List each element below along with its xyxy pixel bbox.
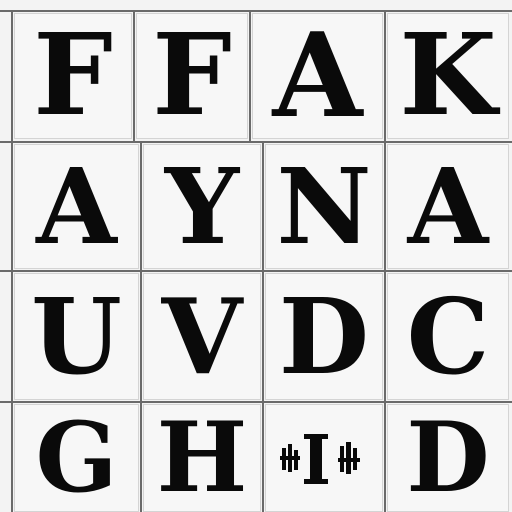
- grid-line: [384, 10, 386, 141]
- letter-tile: F: [136, 13, 248, 139]
- glyph-tile: [265, 404, 383, 512]
- grid-line: [384, 270, 386, 401]
- letter-tile: G: [14, 404, 139, 512]
- tile-letter: A: [272, 13, 363, 139]
- letter-grid: F F A K A Y N A U V D C G H D: [0, 0, 512, 512]
- letter-tile: N: [265, 144, 383, 269]
- tile-letter: D: [406, 404, 490, 512]
- tile-letter: Y: [164, 144, 240, 268]
- grid-line: [384, 141, 386, 270]
- letter-tile: H: [143, 404, 261, 512]
- grid-line: [249, 10, 251, 141]
- grid-line: [0, 270, 512, 272]
- grid-line: [262, 401, 264, 512]
- tile-letter: A: [36, 144, 117, 268]
- tile-letter: F: [33, 13, 113, 139]
- letter-tile: A: [14, 144, 139, 269]
- letter-tile: V: [143, 273, 261, 400]
- tile-letter: N: [276, 144, 372, 268]
- grid-line: [140, 141, 142, 270]
- grid-line: [384, 401, 386, 512]
- letter-tile: C: [387, 273, 509, 400]
- letter-tile: K: [387, 13, 509, 139]
- tile-letter: C: [406, 274, 490, 398]
- grid-line: [262, 141, 264, 270]
- letter-tile: F: [14, 13, 132, 139]
- letter-tile: D: [265, 273, 383, 400]
- grid-line: [133, 10, 135, 141]
- letter-tile: A: [387, 144, 509, 269]
- grid-line: [0, 401, 512, 403]
- letter-tile: A: [252, 13, 383, 139]
- tile-letter: U: [31, 274, 122, 398]
- letter-tile: U: [14, 273, 139, 400]
- tile-letter: A: [407, 144, 489, 268]
- tile-letter: H: [156, 404, 248, 512]
- grid-line: [262, 270, 264, 401]
- grid-line: [140, 270, 142, 401]
- tile-letter: K: [399, 13, 497, 139]
- tile-letter: G: [35, 404, 118, 512]
- broken-glyph-icon: [280, 434, 360, 484]
- tile-letter: D: [278, 274, 370, 398]
- tile-letter: F: [152, 13, 232, 139]
- letter-tile: D: [387, 404, 509, 512]
- grid-line: [0, 10, 512, 12]
- tile-letter: V: [161, 274, 243, 398]
- letter-tile: Y: [143, 144, 261, 269]
- grid-line: [0, 141, 512, 143]
- grid-line: [11, 10, 13, 512]
- grid-line: [140, 401, 142, 512]
